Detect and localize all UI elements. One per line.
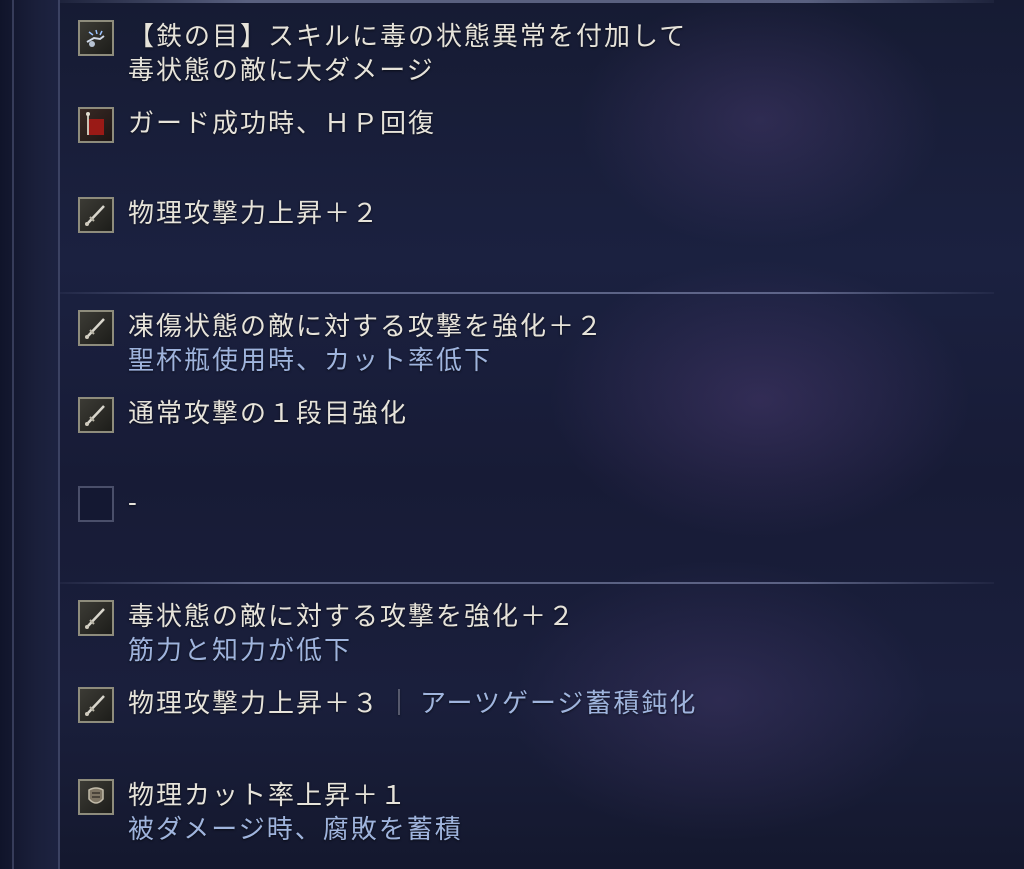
effect-text: 通常攻撃の１段目強化	[128, 399, 409, 429]
effect-row[interactable]: -	[78, 486, 139, 522]
sword-icon	[78, 310, 114, 346]
effect-text: 【鉄の目】スキルに毒の状態異常を付加して	[128, 22, 688, 52]
relic-effects-section-3: 毒状態の敵に対する攻撃を強化＋２ 筋力と知力が低下 物理攻撃力上昇＋３ ｜アーツゲ…	[78, 586, 1024, 869]
effect-row[interactable]: ガード成功時、ＨＰ回復	[78, 107, 436, 143]
effect-text: 毒状態の敵に大ダメージ	[128, 56, 435, 86]
effect-text: 物理カット率上昇＋１	[128, 781, 409, 811]
effect-row[interactable]: 凍傷状態の敵に対する攻撃を強化＋２ 聖杯瓶使用時、カット率低下	[78, 310, 604, 378]
rail-line	[12, 0, 14, 869]
section-divider	[60, 292, 994, 294]
effect-secondary-text: アーツゲージ蓄積鈍化	[420, 689, 698, 719]
red-banner-icon	[78, 107, 114, 143]
rail-line	[58, 0, 60, 869]
sword-icon	[78, 397, 114, 433]
effect-row[interactable]: 毒状態の敵に対する攻撃を強化＋２ 筋力と知力が低下	[78, 600, 576, 668]
effect-subtext: 被ダメージ時、腐敗を蓄積	[128, 815, 463, 845]
effect-text-combined: 物理攻撃力上昇＋３ ｜アーツゲージ蓄積鈍化	[128, 687, 697, 721]
armor-icon	[78, 779, 114, 815]
effect-row[interactable]: 物理カット率上昇＋１ 被ダメージ時、腐敗を蓄積	[78, 779, 463, 847]
section-divider	[60, 582, 994, 584]
effect-row[interactable]: 【鉄の目】スキルに毒の状態異常を付加して 毒状態の敵に大ダメージ	[78, 20, 687, 88]
effect-subtext: 聖杯瓶使用時、カット率低下	[128, 346, 493, 376]
effect-text: ガード成功時、ＨＰ回復	[128, 109, 437, 139]
empty-slot-icon	[78, 486, 114, 522]
magic-hand-icon	[78, 20, 114, 56]
effect-text: 物理攻撃力上昇＋２	[128, 199, 381, 229]
separator: ｜	[386, 689, 415, 719]
sword-icon	[78, 687, 114, 723]
relic-effects-section-1: 【鉄の目】スキルに毒の状態異常を付加して 毒状態の敵に大ダメージ ガード成功時、…	[78, 0, 1024, 292]
left-rail	[0, 0, 60, 869]
effect-text: -	[128, 488, 139, 518]
effect-text: 凍傷状態の敵に対する攻撃を強化＋２	[128, 312, 605, 342]
relic-effects-section-2: 凍傷状態の敵に対する攻撃を強化＋２ 聖杯瓶使用時、カット率低下 通常攻撃の１段目…	[78, 296, 1024, 582]
effect-row[interactable]: 物理攻撃力上昇＋３ ｜アーツゲージ蓄積鈍化	[78, 687, 697, 723]
effect-text: 物理攻撃力上昇＋３	[128, 689, 381, 719]
effect-row[interactable]: 通常攻撃の１段目強化	[78, 397, 408, 433]
effect-subtext: 筋力と知力が低下	[128, 636, 353, 666]
effect-text: 毒状態の敵に対する攻撃を強化＋２	[128, 602, 577, 632]
effect-row[interactable]: 物理攻撃力上昇＋２	[78, 197, 380, 233]
sword-icon	[78, 600, 114, 636]
sword-icon	[78, 197, 114, 233]
